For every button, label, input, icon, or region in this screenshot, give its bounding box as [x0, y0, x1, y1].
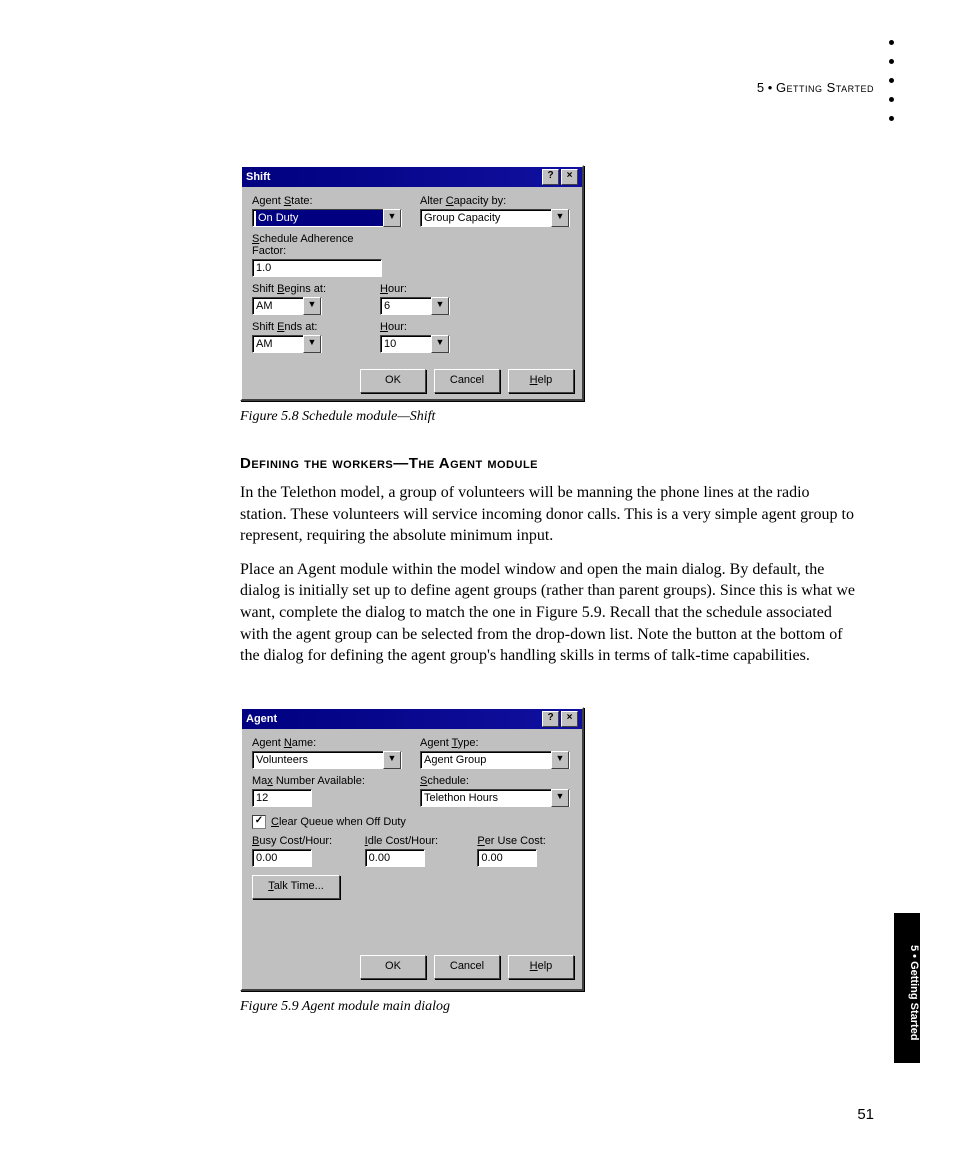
figure-5-9-caption: Figure 5.9 Agent module main dialog	[240, 999, 860, 1015]
talk-time-button[interactable]: Talk Time...	[252, 875, 340, 899]
shift-title: Shift	[246, 171, 540, 183]
hour2-label: Hour:	[380, 321, 450, 333]
help-button[interactable]: Help	[508, 955, 574, 979]
agent-type-label: Agent Type:	[420, 737, 570, 749]
shift-ends-label: Shift Ends at:	[252, 321, 332, 333]
cancel-button[interactable]: Cancel	[434, 955, 500, 979]
busy-cost-label: Busy Cost/Hour:	[252, 835, 347, 847]
chevron-down-icon[interactable]: ▼	[383, 751, 401, 769]
busy-cost-input[interactable]: 0.00	[252, 849, 312, 867]
agent-state-combo[interactable]: On Duty ▼	[252, 209, 402, 227]
chevron-down-icon[interactable]: ▼	[303, 335, 321, 353]
chevron-down-icon[interactable]: ▼	[303, 297, 321, 315]
chevron-down-icon[interactable]: ▼	[431, 335, 449, 353]
decorative-dots	[889, 40, 894, 121]
help-icon[interactable]: ?	[542, 711, 559, 727]
shift-titlebar: Shift ? ×	[242, 167, 582, 187]
clear-queue-checkbox[interactable]: ✓ Clear Queue when Off Duty	[252, 815, 406, 829]
checkbox-icon: ✓	[252, 815, 266, 829]
shift-ends-hour-combo[interactable]: 10 ▼	[380, 335, 450, 353]
idle-cost-label: Idle Cost/Hour:	[365, 835, 460, 847]
agent-type-combo[interactable]: Agent Group ▼	[420, 751, 570, 769]
shift-ends-ampm-combo[interactable]: AM ▼	[252, 335, 322, 353]
agent-name-label: Agent Name:	[252, 737, 402, 749]
help-button[interactable]: Help	[508, 369, 574, 393]
side-tab: 5 • Getting Started	[894, 913, 920, 1063]
hour1-label: Hour:	[380, 283, 450, 295]
schedule-factor-input[interactable]: 1.0	[252, 259, 382, 277]
shift-begins-ampm-combo[interactable]: AM ▼	[252, 297, 322, 315]
shift-begins-label: Shift Begins at:	[252, 283, 332, 295]
chevron-down-icon[interactable]: ▼	[383, 209, 401, 227]
idle-cost-input[interactable]: 0.00	[365, 849, 425, 867]
max-number-label: Max Number Available:	[252, 775, 402, 787]
alter-capacity-label: Alter Capacity by:	[420, 195, 570, 207]
paragraph-2: Place an Agent module within the model w…	[240, 559, 860, 667]
help-icon[interactable]: ?	[542, 169, 559, 185]
cancel-button[interactable]: Cancel	[434, 369, 500, 393]
per-use-cost-label: Per Use Cost:	[477, 835, 572, 847]
agent-dialog: Agent ? × Agent Name: Volunteers ▼ Agent	[240, 707, 584, 991]
agent-title: Agent	[246, 713, 540, 725]
shift-begins-hour-combo[interactable]: 6 ▼	[380, 297, 450, 315]
chevron-down-icon[interactable]: ▼	[551, 789, 569, 807]
section-heading: Defining the workers—The Agent module	[240, 455, 860, 472]
alter-capacity-combo[interactable]: Group Capacity ▼	[420, 209, 570, 227]
max-number-input[interactable]: 12	[252, 789, 312, 807]
ok-button[interactable]: OK	[360, 955, 426, 979]
schedule-factor-label: Schedule Adherence Factor:	[252, 233, 382, 257]
chevron-down-icon[interactable]: ▼	[551, 209, 569, 227]
chevron-down-icon[interactable]: ▼	[551, 751, 569, 769]
agent-state-label: Agent State:	[252, 195, 402, 207]
chevron-down-icon[interactable]: ▼	[431, 297, 449, 315]
agent-titlebar: Agent ? ×	[242, 709, 582, 729]
per-use-cost-input[interactable]: 0.00	[477, 849, 537, 867]
figure-5-8-caption: Figure 5.8 Schedule module—Shift	[240, 409, 860, 425]
close-icon[interactable]: ×	[561, 169, 578, 185]
clear-queue-label: Clear Queue when Off Duty	[271, 816, 406, 828]
ok-button[interactable]: OK	[360, 369, 426, 393]
agent-name-combo[interactable]: Volunteers ▼	[252, 751, 402, 769]
paragraph-1: In the Telethon model, a group of volunt…	[240, 482, 860, 547]
schedule-combo[interactable]: Telethon Hours ▼	[420, 789, 570, 807]
close-icon[interactable]: ×	[561, 711, 578, 727]
page-number: 51	[857, 1106, 874, 1123]
schedule-label: Schedule:	[420, 775, 570, 787]
shift-dialog: Shift ? × Agent State: On Duty ▼ Alter C…	[240, 165, 584, 401]
